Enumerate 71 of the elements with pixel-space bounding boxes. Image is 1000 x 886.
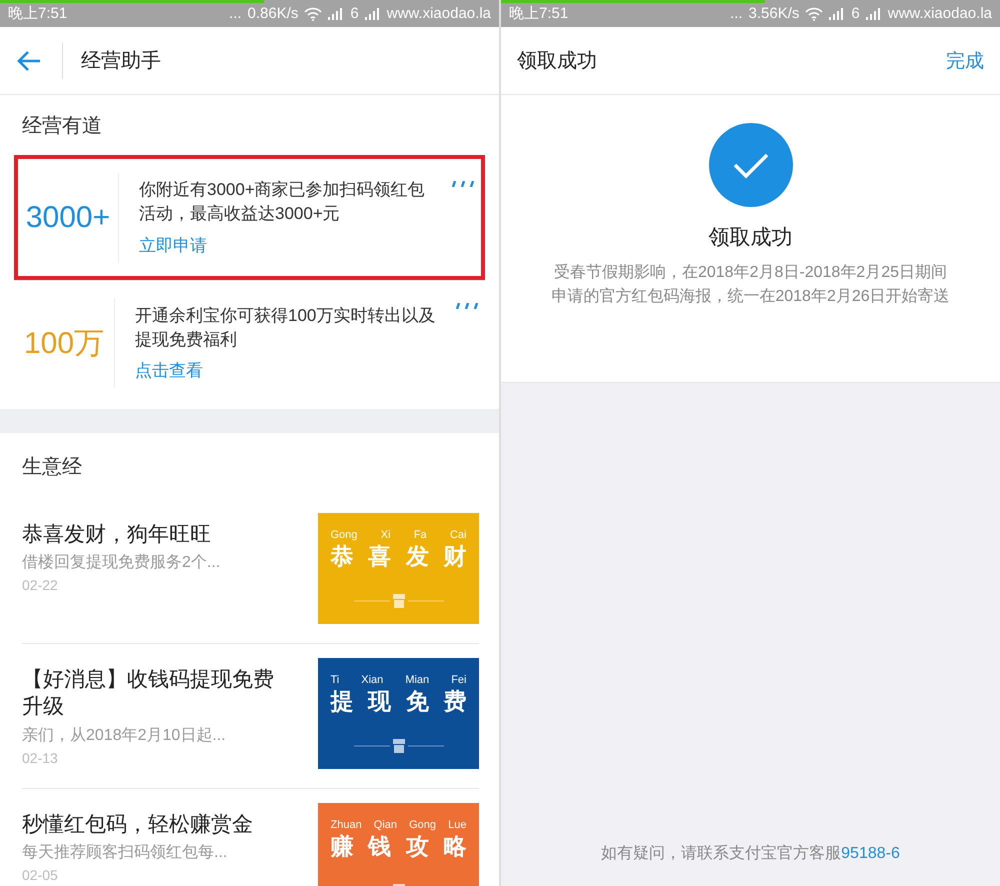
promo-card[interactable]: 3000+ 你附近有3000+商家已参加扫码领红包活动，最高收益达3000+元 立即申请 — [14, 155, 485, 280]
carrier-name: www.xiaodao.la — [888, 5, 992, 22]
thumbnail-char: 免 — [406, 687, 429, 716]
pinyin-text: Cai — [450, 529, 466, 541]
section-title: 经营有道 — [22, 114, 102, 138]
back-icon[interactable] — [16, 50, 42, 72]
article-title: 秒懂红包码，轻松赚赏金 — [22, 812, 254, 838]
pinyin-text: Gong — [409, 819, 436, 831]
pinyin-text: Qian — [374, 819, 398, 831]
article-title: 恭喜发财，狗年旺旺 — [22, 522, 212, 548]
wifi-icon — [304, 6, 322, 20]
pinyin-text: Xi — [380, 529, 391, 541]
page-title: 经营助手 — [81, 49, 161, 74]
article-item[interactable]: 秒懂红包码，轻松赚赏金 每天推荐顾客扫码领红包每... 02-05 Zhuan Qian Gong Lue 赚 钱 攻 略 — [22, 789, 479, 886]
promo-value: 3000+ — [24, 200, 112, 234]
help-text: 如有疑问，请联系支付宝官方客服95188-6 — [601, 844, 900, 864]
thumbnail-char: 恭 — [330, 542, 354, 571]
store-icon — [354, 739, 444, 753]
thumbnail-char: 赚 — [330, 832, 354, 861]
promo-text: 你附近有3000+商家已参加扫码领红包活动，最高收益达3000+元 — [139, 179, 426, 225]
status-more: ... — [730, 5, 743, 22]
dashes-icon — [451, 181, 477, 187]
sim-label: 6 — [851, 5, 860, 22]
dashes-icon — [455, 303, 481, 309]
thumbnail-char: 攻 — [406, 832, 429, 861]
thumbnail-char: 现 — [368, 687, 392, 716]
signal-icon — [829, 8, 846, 20]
success-message: 受春节假期影响，在2018年2月8日-2018年2月25日期间申请的官方红包码海报，统一在2018年2月26日开始寄送 — [551, 262, 950, 307]
success-check-icon — [708, 123, 792, 207]
pinyin-text: Mian — [405, 674, 430, 686]
status-time: 晚上7:51 — [8, 4, 68, 23]
thumbnail-char: 财 — [443, 542, 466, 571]
signal-icon — [328, 8, 344, 20]
pinyin-text: Fa — [414, 529, 427, 541]
page-title: 领取成功 — [517, 49, 597, 74]
network-speed: 3.56K/s — [748, 5, 800, 22]
article-summary: 亲们，从2018年2月10日起... — [22, 726, 227, 746]
thumbnail-char: 喜 — [368, 542, 392, 571]
pinyin-text: Ti — [330, 674, 340, 686]
pinyin-text: Fei — [451, 674, 466, 686]
article-item[interactable]: 【好消息】收钱码提现免费升级 亲们，从2018年2月10日起... 02-13 Ti Xian Mian Fei 提 现 免 费 — [22, 644, 479, 789]
thumbnail-char: 费 — [443, 687, 466, 716]
article-date: 02-22 — [22, 577, 59, 594]
thumbnail-char: 略 — [443, 832, 466, 861]
carrier-name: www.xiaodao.la — [386, 5, 491, 22]
signal-icon — [866, 8, 882, 20]
article-title: 【好消息】收钱码提现免费升级 — [22, 667, 275, 720]
article-summary: 借楼回复提现免费服务2个... — [22, 552, 222, 574]
article-date: 02-13 — [22, 750, 59, 766]
article-item[interactable]: 恭喜发财，狗年旺旺 借楼回复提现免费服务2个... 02-22 Gong Xi Fa Cai 恭 喜 发 财 — [22, 499, 479, 644]
thumbnail-char: 钱 — [368, 832, 392, 861]
thumbnail-char: 发 — [406, 542, 429, 571]
signal-icon — [364, 8, 381, 20]
wifi-icon — [805, 6, 824, 20]
promo-text: 开通余利宝你可获得100万实时转出以及提现免费福利 — [135, 304, 436, 350]
pinyin-text: Lue — [448, 819, 466, 831]
article-summary: 每天推荐顾客扫码领红包每... — [22, 842, 228, 864]
success-title: 领取成功 — [708, 225, 792, 251]
article-date: 02-05 — [22, 867, 59, 884]
promo-card[interactable]: 100万 开通余利宝你可获得100万实时转出以及提现免费福利 点击查看 — [14, 280, 485, 405]
pinyin-text: Xian — [361, 674, 384, 686]
promo-value: 100万 — [22, 326, 106, 362]
sim-label: 6 — [350, 5, 359, 22]
pinyin-text: Gong — [330, 529, 358, 541]
thumbnail-char: 提 — [330, 687, 354, 716]
status-time: 晚上7:51 — [509, 4, 568, 23]
network-speed: 0.86K/s — [248, 5, 298, 22]
status-more: ... — [229, 5, 242, 22]
section-title: 生意经 — [22, 454, 82, 480]
store-icon — [354, 594, 444, 608]
pinyin-text: Zhuan — [330, 819, 362, 831]
